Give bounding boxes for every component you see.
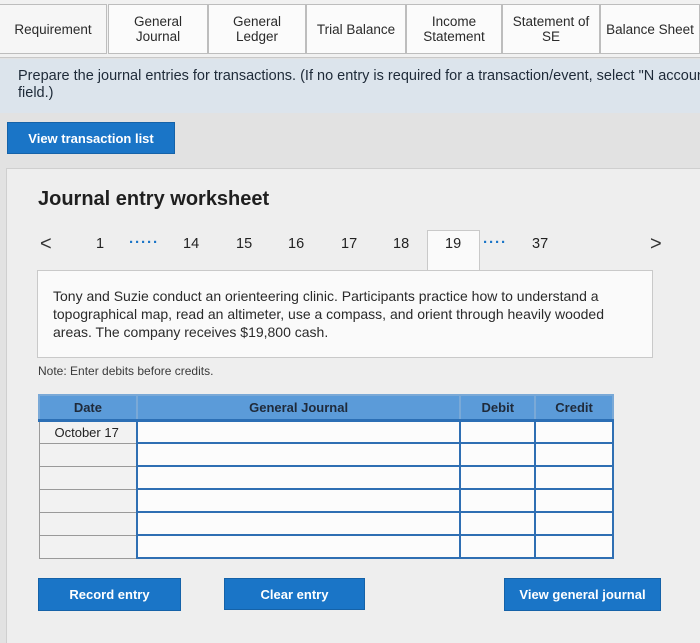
transaction-description-box: Tony and Suzie conduct an orienteering c…: [37, 270, 653, 358]
instruction-text: Prepare the journal entries for transact…: [18, 68, 700, 101]
account-input[interactable]: [135, 511, 462, 536]
page-ellipsis-2: ····: [483, 234, 507, 251]
debit-input[interactable]: [459, 442, 537, 467]
view-general-journal-button[interactable]: View general journal: [504, 578, 661, 611]
date-cell[interactable]: [38, 465, 138, 490]
debit-input[interactable]: [459, 511, 537, 536]
entry-note: Note: Enter debits before credits.: [38, 364, 214, 378]
page-18[interactable]: 18: [393, 236, 409, 252]
prev-arrow-icon[interactable]: <: [40, 233, 52, 256]
instruction-banner: Prepare the journal entries for transact…: [0, 59, 700, 113]
debit-input[interactable]: [459, 419, 537, 444]
transaction-description: Tony and Suzie conduct an orienteering c…: [53, 288, 605, 340]
table-row: [38, 465, 614, 490]
journal-table: Date General Journal Debit Credit Octobe…: [38, 394, 614, 559]
page-17[interactable]: 17: [341, 236, 357, 252]
tab-general-ledger[interactable]: General Ledger: [208, 4, 306, 54]
table-row: [38, 534, 614, 559]
tab-general-journal[interactable]: General Journal: [108, 4, 208, 54]
credit-input[interactable]: [534, 511, 614, 536]
page-37[interactable]: 37: [532, 236, 548, 252]
credit-input[interactable]: [534, 419, 614, 444]
record-entry-button[interactable]: Record entry: [38, 578, 181, 611]
debit-input[interactable]: [459, 488, 537, 513]
page-16[interactable]: 16: [288, 236, 304, 252]
tab-balance-sheet[interactable]: Balance Sheet: [600, 4, 700, 54]
tab-requirement[interactable]: Requirement: [0, 4, 107, 54]
tab-statement-of-se[interactable]: Statement of SE: [502, 4, 600, 54]
general-journal-header: General Journal: [135, 394, 462, 422]
page-15[interactable]: 15: [236, 236, 252, 252]
account-input[interactable]: [135, 488, 462, 513]
table-row: October 17: [38, 419, 614, 444]
date-cell[interactable]: [38, 534, 138, 559]
credit-input[interactable]: [534, 442, 614, 467]
worksheet-title: Journal entry worksheet: [38, 188, 270, 210]
clear-entry-button[interactable]: Clear entry: [224, 578, 365, 610]
account-input[interactable]: [135, 465, 462, 490]
page-19[interactable]: 19: [445, 236, 461, 252]
date-header: Date: [38, 394, 138, 422]
date-cell[interactable]: [38, 442, 138, 467]
credit-input[interactable]: [534, 465, 614, 490]
credit-input[interactable]: [534, 534, 614, 559]
table-row: [38, 488, 614, 513]
account-input[interactable]: [135, 442, 462, 467]
debit-header: Debit: [459, 394, 537, 422]
date-cell[interactable]: October 17: [38, 419, 138, 444]
page-1[interactable]: 1: [96, 236, 104, 252]
tab-bar: Requirement General Journal General Ledg…: [0, 0, 700, 58]
credit-input[interactable]: [534, 488, 614, 513]
date-cell[interactable]: [38, 488, 138, 513]
debit-input[interactable]: [459, 465, 537, 490]
tab-income-statement[interactable]: Income Statement: [406, 4, 502, 54]
table-row: [38, 442, 614, 467]
view-transaction-list-button[interactable]: View transaction list: [7, 122, 175, 154]
credit-header: Credit: [534, 394, 614, 422]
tab-trial-balance[interactable]: Trial Balance: [306, 4, 406, 54]
table-row: [38, 511, 614, 536]
account-input[interactable]: [135, 534, 462, 559]
transaction-pager: < 1 ····· 14 15 16 17 18 19 ···· 37 >: [0, 230, 700, 272]
page-14[interactable]: 14: [183, 236, 199, 252]
account-input[interactable]: [135, 419, 462, 444]
next-arrow-icon[interactable]: >: [650, 233, 662, 256]
page-ellipsis: ·····: [129, 234, 159, 251]
debit-input[interactable]: [459, 534, 537, 559]
date-cell[interactable]: [38, 511, 138, 536]
